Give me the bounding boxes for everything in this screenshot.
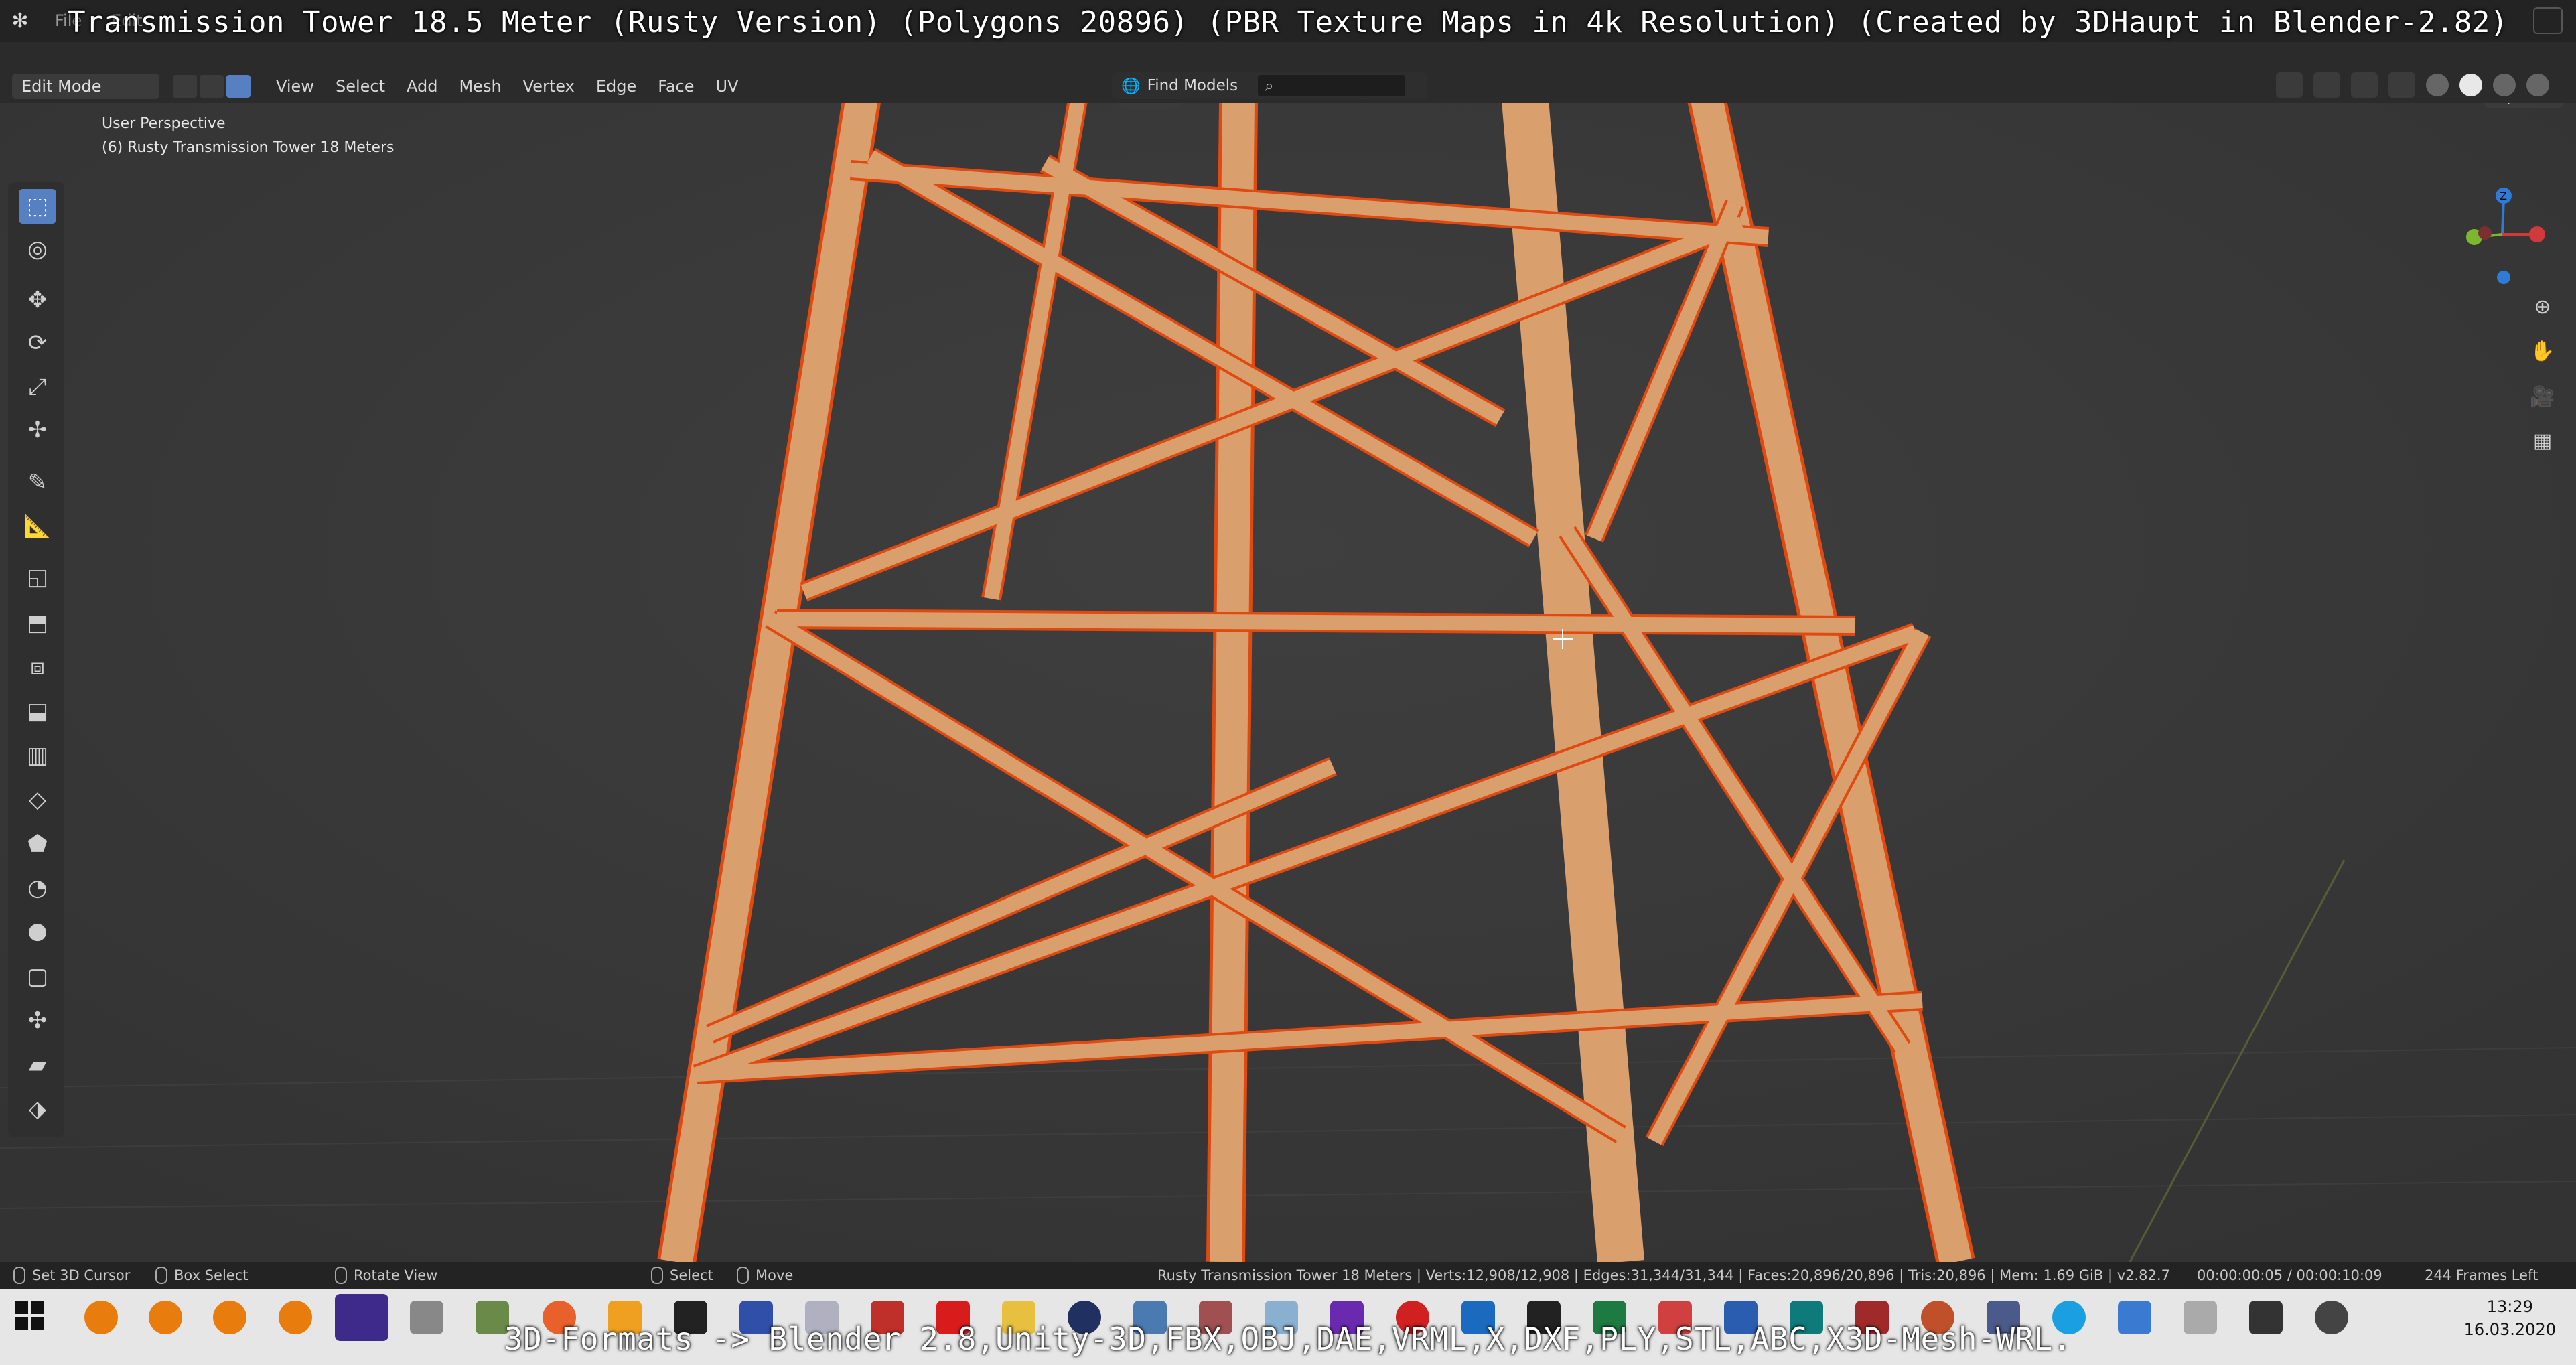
mode-label: Edit Mode [21, 77, 102, 96]
cursor-tool-icon[interactable]: ◎ [19, 232, 56, 267]
bevel-tool-icon[interactable]: ⬓ [19, 694, 56, 729]
scene-statistics: Rusty Transmission Tower 18 Meters | Ver… [1157, 1267, 2170, 1283]
annotate-tool-icon[interactable]: ✎ [19, 465, 56, 500]
viewport-object-label: (6) Rusty Transmission Tower 18 Meters [102, 139, 395, 156]
vertex-select-icon[interactable] [173, 75, 197, 98]
status-box-select: Box Select [155, 1267, 248, 1284]
title-banner: Transmission Tower 18.5 Meter (Rusty Ver… [68, 5, 2508, 40]
select-mode-buttons [173, 75, 251, 98]
3d-viewport[interactable]: User Perspective (6) Rusty Transmission … [0, 70, 2576, 1262]
shrink-fatten-tool-icon[interactable]: ✣ [19, 1003, 56, 1038]
zoom-icon[interactable]: ⊕ [2525, 289, 2560, 324]
select-box-tool-icon[interactable]: ⬚ [19, 189, 56, 224]
wireframe-shading-icon[interactable] [2426, 74, 2449, 96]
spin-tool-icon[interactable]: ◔ [19, 871, 56, 906]
mouse-icon [737, 1267, 749, 1284]
measure-tool-icon[interactable]: 📐 [19, 509, 56, 544]
status-move: Move [737, 1267, 793, 1284]
smooth-tool-icon[interactable]: ● [19, 914, 56, 948]
mouse-icon [13, 1267, 25, 1284]
search-input[interactable]: ⌕ [1258, 75, 1406, 96]
rendered-shading-icon[interactable] [2526, 74, 2549, 96]
gizmo-toggle-icon[interactable] [2313, 72, 2340, 98]
menu-vertex[interactable]: Vertex [512, 77, 585, 96]
shear-tool-icon[interactable]: ▰ [19, 1048, 56, 1082]
menu-view[interactable]: View [265, 77, 325, 96]
edge-select-icon[interactable] [200, 75, 224, 98]
status-select: Select [651, 1267, 713, 1284]
add-cube-tool-icon[interactable]: ◱ [19, 560, 56, 595]
rip-region-tool-icon[interactable]: ⬗ [19, 1092, 56, 1127]
inset-tool-icon[interactable]: ⧈ [19, 650, 56, 685]
pan-hand-icon[interactable]: ✋ [2525, 334, 2560, 368]
ortho-grid-icon[interactable]: ▦ [2525, 423, 2560, 458]
poly-build-tool-icon[interactable]: ⬟ [19, 827, 56, 861]
menu-edge[interactable]: Edge [585, 77, 647, 96]
loop-cut-tool-icon[interactable]: ▥ [19, 738, 56, 773]
status-set-cursor: Set 3D Cursor [13, 1267, 130, 1284]
overlay-toggle-icon[interactable] [2351, 72, 2378, 98]
viewport-shading-controls [2276, 72, 2549, 98]
extrude-tool-icon[interactable]: ⬒ [19, 605, 56, 640]
frames-left: 244 Frames Left [2425, 1267, 2538, 1283]
face-select-icon[interactable] [226, 75, 251, 98]
mode-select[interactable]: Edit Mode [12, 74, 159, 99]
menu-select[interactable]: Select [325, 77, 396, 96]
visibility-icon[interactable] [2276, 72, 2303, 98]
status-bar: Set 3D Cursor Box Select Rotate View Sel… [0, 1262, 2576, 1289]
mouse-icon [651, 1267, 663, 1284]
material-shading-icon[interactable] [2493, 74, 2516, 96]
menu-face[interactable]: Face [647, 77, 705, 96]
playback-time: 00:00:00:05 / 00:00:10:09 [2197, 1267, 2382, 1283]
globe-icon: 🌐 [1121, 77, 1141, 95]
xray-toggle-icon[interactable] [2388, 72, 2415, 98]
search-icon: ⌕ [1265, 76, 1274, 95]
menu-uv[interactable]: UV [705, 77, 749, 96]
knife-tool-icon[interactable]: ◇ [19, 782, 56, 817]
edge-slide-tool-icon[interactable]: ▢ [19, 959, 56, 994]
clock-time: 13:29 [2486, 1297, 2533, 1316]
status-rotate-view: Rotate View [335, 1267, 437, 1284]
mouse-icon [335, 1267, 347, 1284]
rotate-tool-icon[interactable]: ⟳ [19, 326, 56, 360]
move-tool-icon[interactable]: ✥ [19, 283, 56, 317]
editor-header: Global Options [0, 42, 2576, 109]
camera-icon[interactable]: 🎥 [2525, 379, 2560, 414]
edit-menu-bar: View Select Add Mesh Vertex Edge Face UV [265, 77, 749, 96]
formats-banner: 3D-Formats -> Blender 2.8,Unity-3D,FBX,O… [504, 1321, 2072, 1357]
tower-scene [0, 70, 2576, 1262]
gizmo-z-label: Z [2500, 190, 2507, 202]
mouse-icon [155, 1267, 167, 1284]
viewport-perspective-label: User Perspective [102, 115, 226, 132]
tool-shelf: ⬚ ◎ ✥ ⟳ ⤢ ✢ ✎ 📐 ◱ ⬒ ⧈ ⬓ ▥ ◇ ⬟ ◔ ● ▢ ✣ ▰ … [8, 182, 64, 1137]
menu-add[interactable]: Add [396, 77, 448, 96]
scale-tool-icon[interactable]: ⤢ [19, 370, 56, 405]
find-models-bar[interactable]: 🌐 Find Models ⌕ [1112, 72, 1427, 99]
menu-mesh[interactable]: Mesh [448, 77, 512, 96]
solid-shading-icon[interactable] [2459, 74, 2482, 96]
transform-tool-icon[interactable]: ✢ [19, 413, 56, 447]
find-models-label: Find Models [1147, 77, 1238, 94]
navigation-gizmo[interactable]: Z [2455, 188, 2549, 288]
